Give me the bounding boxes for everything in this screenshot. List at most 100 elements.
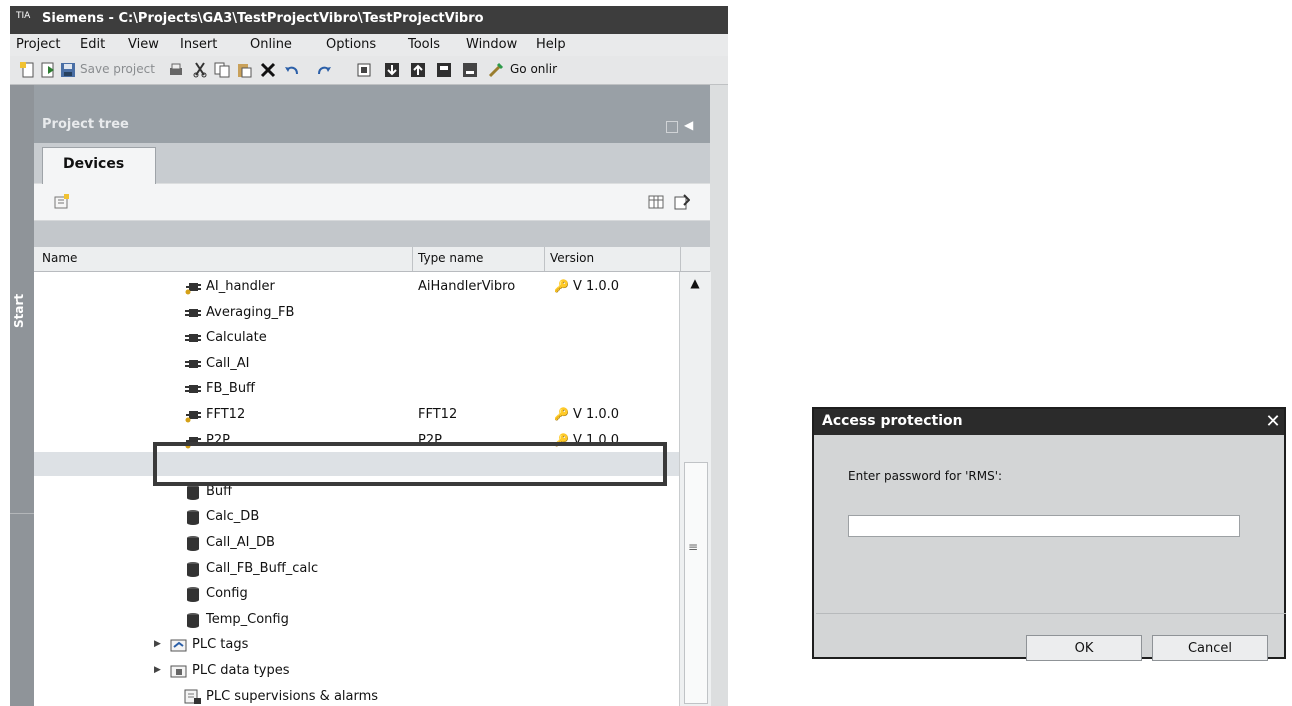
- collapse-panel-icon[interactable]: ◀: [684, 118, 693, 132]
- tree-toolbar: [34, 184, 710, 221]
- fb-icon: [184, 305, 202, 321]
- menu-project[interactable]: Project: [16, 37, 60, 52]
- menu-help[interactable]: Help: [536, 37, 566, 52]
- menu-tools[interactable]: Tools: [408, 37, 440, 52]
- sidebar-divider: [10, 513, 34, 514]
- fb-icon: [184, 330, 202, 346]
- start-sidebar[interactable]: Start: [10, 85, 34, 706]
- table-view-icon[interactable]: [648, 194, 664, 210]
- dialog-title: Access protection: [822, 413, 963, 429]
- menu-edit[interactable]: Edit: [80, 37, 105, 52]
- tree-row[interactable]: Temp_Config: [34, 607, 679, 633]
- tab-devices[interactable]: Devices: [42, 147, 156, 186]
- tree-item-name: AI_handler: [206, 279, 275, 294]
- menu-insert[interactable]: Insert: [180, 37, 217, 52]
- tree-item-name: Averaging_FB: [206, 304, 295, 320]
- menu-bar: Project Edit View Insert Online Options …: [10, 34, 728, 56]
- start-simulation-icon[interactable]: [436, 62, 452, 78]
- column-name[interactable]: Name: [42, 251, 77, 265]
- fb-icon: [184, 381, 202, 397]
- lock-icon: 🔑: [554, 279, 569, 293]
- column-type-name[interactable]: Type name: [418, 251, 483, 265]
- password-prompt: Enter password for 'RMS':: [848, 469, 1003, 483]
- tree-row[interactable]: FFT12 FFT12 🔑 V 1.0.0: [34, 402, 679, 428]
- undo-icon[interactable]: [284, 62, 300, 78]
- tree-row[interactable]: AI_handler AiHandlerVibro 🔑 V 1.0.0: [34, 274, 679, 300]
- go-online-label[interactable]: Go onlir: [510, 62, 557, 76]
- compile-icon[interactable]: [356, 62, 372, 78]
- tree-item-name: PLC supervisions & alarms: [206, 688, 379, 704]
- tree-item-version: 🔑V 1.0.0: [554, 279, 619, 294]
- dialog-body: Enter password for 'RMS': OK Cancel: [814, 435, 1286, 661]
- print-icon[interactable]: [168, 62, 184, 78]
- copy-icon[interactable]: [214, 62, 230, 78]
- cancel-button[interactable]: Cancel: [1152, 635, 1268, 661]
- plc-alarms-icon: [184, 689, 202, 705]
- tree-row[interactable]: Call_FB_Buff_calc: [34, 556, 679, 582]
- ok-button[interactable]: OK: [1026, 635, 1142, 661]
- plc-data-types-icon: [170, 663, 188, 679]
- version-text: V 1.0.0: [572, 407, 620, 422]
- menu-window[interactable]: Window: [466, 37, 517, 52]
- tree-item-version: 🔑V 1.0.0: [554, 407, 619, 422]
- db-icon: [184, 561, 202, 577]
- close-icon[interactable]: ✕: [1262, 409, 1284, 435]
- dialog-divider: [816, 613, 1286, 614]
- paste-icon[interactable]: [236, 62, 252, 78]
- add-device-icon[interactable]: [54, 194, 70, 210]
- db-icon: [184, 586, 202, 603]
- scroll-up-icon[interactable]: ▲: [686, 276, 704, 294]
- tree-row[interactable]: Calculate: [34, 325, 679, 351]
- delete-icon[interactable]: [260, 62, 276, 78]
- expand-arrow-icon[interactable]: ▶: [154, 665, 161, 675]
- menu-online[interactable]: Online: [250, 37, 292, 52]
- redo-icon[interactable]: [316, 62, 332, 78]
- scroll-thumb[interactable]: [684, 462, 708, 704]
- password-field[interactable]: [848, 515, 1240, 537]
- tree-row[interactable]: Calc_DB: [34, 504, 679, 530]
- tree-item-type: AiHandlerVibro: [418, 279, 516, 294]
- expand-arrow-icon[interactable]: ▶: [154, 639, 161, 649]
- tree-item-name: Temp_Config: [206, 611, 289, 627]
- protected-fb-icon: [184, 407, 202, 423]
- save-icon[interactable]: [60, 62, 76, 78]
- download-icon[interactable]: [384, 62, 400, 78]
- upload-icon[interactable]: [410, 62, 426, 78]
- start-label[interactable]: Start: [12, 281, 32, 341]
- cut-icon[interactable]: [192, 62, 208, 78]
- tree-row[interactable]: PLC supervisions & alarms: [34, 684, 679, 706]
- menu-options[interactable]: Options: [326, 37, 376, 52]
- new-project-icon[interactable]: [20, 62, 36, 78]
- tree-row[interactable]: Config: [34, 581, 679, 607]
- column-version[interactable]: Version: [550, 251, 594, 265]
- tree-row[interactable]: Averaging_FB: [34, 300, 679, 326]
- tree-folder-item[interactable]: ▶ PLC data types: [34, 658, 679, 684]
- tree-item-name: Config: [206, 586, 248, 602]
- tree-item-name: PLC tags: [192, 637, 249, 653]
- db-icon: [184, 535, 202, 551]
- tree-filter-band: [34, 221, 710, 247]
- project-tree-list: AI_handler AiHandlerVibro 🔑 V 1.0.0 Averagin…: [34, 272, 679, 706]
- go-online-icon[interactable]: [488, 62, 504, 78]
- dialog-title-bar: Access protection ✕: [814, 409, 1284, 435]
- tree-folder-item[interactable]: ▶ PLC tags: [34, 632, 679, 658]
- tree-row[interactable]: Call_AI_DB: [34, 530, 679, 556]
- rms-highlight-box: [153, 442, 667, 486]
- title-bar: TIA Siemens - C:\Projects\GA3\TestProjec…: [10, 6, 728, 34]
- tree-item-type: FFT12: [418, 407, 458, 422]
- overview-icon[interactable]: [674, 194, 690, 210]
- open-project-icon[interactable]: [40, 62, 56, 78]
- dock-icon[interactable]: [666, 121, 678, 133]
- db-icon: [184, 509, 202, 526]
- save-project-label[interactable]: Save project: [80, 62, 155, 76]
- project-tree-title: Project tree: [42, 117, 129, 132]
- stop-simulation-icon[interactable]: [462, 62, 478, 78]
- tree-row[interactable]: Call_AI: [34, 351, 679, 377]
- tree-row[interactable]: FB_Buff: [34, 376, 679, 402]
- version-text: V 1.0.0: [572, 279, 620, 294]
- scroll-grip-icon: ≡: [688, 540, 699, 554]
- tree-item-name: Call_AI: [206, 355, 250, 371]
- menu-view[interactable]: View: [128, 37, 159, 52]
- vertical-scrollbar[interactable]: ▲ ≡: [679, 272, 711, 706]
- tree-item-name: FFT12: [206, 407, 246, 422]
